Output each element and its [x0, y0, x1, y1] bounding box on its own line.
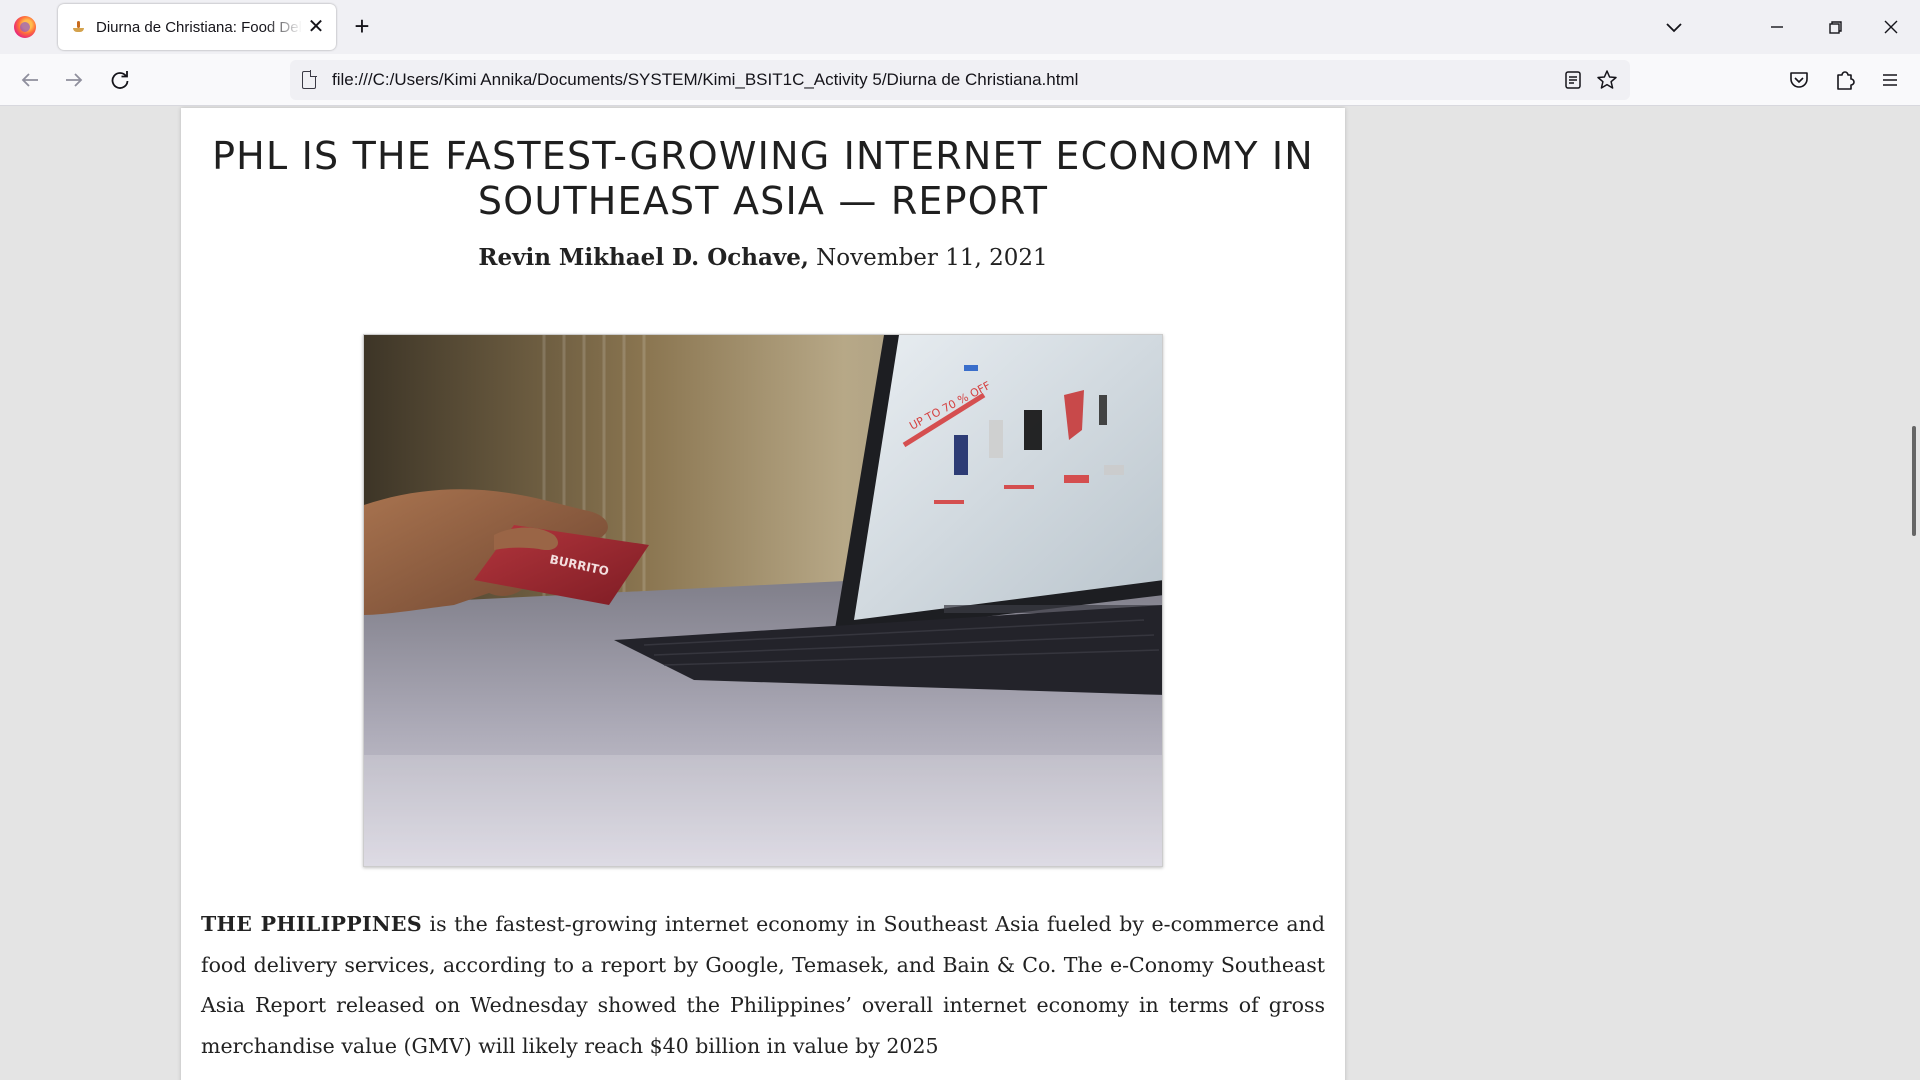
article-author: Revin Mikhael D. Ochave, [478, 244, 809, 271]
article-hero-image: UP TO 70 % OFF BURRITO [363, 334, 1163, 867]
tab-title: Diurna de Christiana: Food Deli [96, 18, 302, 36]
article-card: PHL IS THE FASTEST-GROWING INTERNET ECON… [181, 108, 1345, 1080]
tab-bar: Diurna de Christiana: Food Deli ✕ + [0, 0, 1920, 54]
list-all-tabs-chevron-down-icon[interactable] [1662, 16, 1686, 40]
pocket-icon[interactable] [1783, 64, 1815, 96]
tab-active[interactable]: Diurna de Christiana: Food Deli ✕ [58, 4, 336, 50]
article-headline: PHL IS THE FASTEST-GROWING INTERNET ECON… [212, 134, 1314, 223]
local-file-page-icon[interactable] [302, 70, 317, 89]
reload-icon[interactable] [104, 64, 136, 96]
bookmark-star-icon[interactable] [1594, 67, 1620, 93]
firefox-logo-icon[interactable] [14, 16, 36, 38]
extensions-puzzle-icon[interactable] [1829, 64, 1861, 96]
close-tab-icon[interactable]: ✕ [306, 17, 326, 37]
vertical-scrollbar-thumb[interactable] [1912, 426, 1916, 536]
minimize-icon[interactable] [1762, 12, 1792, 42]
article-byline: Revin Mikhael D. Ochave, November 11, 20… [181, 244, 1345, 271]
page-viewport[interactable]: PHL IS THE FASTEST-GROWING INTERNET ECON… [0, 106, 1920, 1080]
address-bar[interactable]: file:///C:/Users/Kimi Annika/Documents/S… [290, 60, 1630, 100]
laptop-credit-card-photo: UP TO 70 % OFF BURRITO [364, 335, 1162, 866]
article-lead: THE PHILIPPINES [201, 912, 422, 936]
article-date: November 11, 2021 [808, 245, 1048, 271]
restore-window-icon[interactable] [1820, 12, 1850, 42]
back-arrow-icon[interactable] [14, 64, 46, 96]
article-body: THE PHILIPPINES is the fastest-growing i… [201, 904, 1325, 1066]
hamburger-menu-icon[interactable] [1874, 64, 1906, 96]
new-tab-button[interactable]: + [350, 12, 374, 42]
reader-view-icon[interactable] [1560, 67, 1586, 93]
navigation-toolbar: file:///C:/Users/Kimi Annika/Documents/S… [0, 54, 1920, 106]
tab-favicon-icon [70, 19, 86, 35]
close-window-icon[interactable] [1876, 12, 1906, 42]
url-text[interactable]: file:///C:/Users/Kimi Annika/Documents/S… [332, 70, 1078, 90]
forward-arrow-icon[interactable] [58, 64, 90, 96]
